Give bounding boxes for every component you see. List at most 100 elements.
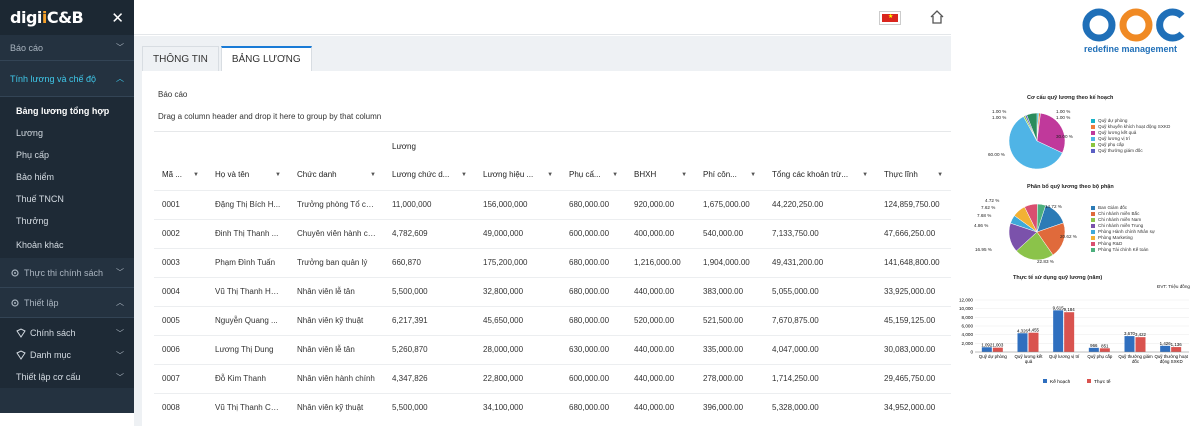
table-row[interactable]: 0001 Đặng Thị Bích H... Trưởng phòng Tổ ch… xyxy=(154,189,952,219)
table-cell: 680,000.00 xyxy=(561,276,627,306)
table-cell: 5,500,000 xyxy=(384,276,475,306)
table-cell: 680,000.00 xyxy=(561,189,627,219)
chevron-down-icon: ﹀ xyxy=(116,350,124,360)
bar[interactable] xyxy=(1135,337,1146,352)
column-header[interactable]: Họ và tên ▼ xyxy=(207,160,289,190)
table-cell: Đinh Thị Thanh ... xyxy=(207,218,289,248)
table-row[interactable]: 0008 Vũ Thị Thanh Ch... Nhân viên kỹ thuật… xyxy=(154,392,952,422)
table-cell: 11,000,000 xyxy=(384,189,475,219)
column-header[interactable]: Lương hiệu ... ▼ xyxy=(475,160,561,190)
bar[interactable] xyxy=(1028,332,1039,352)
column-header[interactable]: Phụ cấ... ▼ xyxy=(561,160,626,190)
sidebar-item-phu-cap[interactable]: Phụ cấp xyxy=(0,144,134,166)
sidebar-item-label: Bảng lương tổng hợp xyxy=(16,106,110,116)
table-row[interactable]: 0005 Nguyễn Quang ... Nhân viên kỹ thuật 6,… xyxy=(154,305,952,335)
table-cell: 34,100,000 xyxy=(475,392,562,422)
table-cell: 0008 xyxy=(154,392,207,422)
home-icon[interactable] xyxy=(929,9,945,25)
sort-caret-icon[interactable]: ▼ xyxy=(193,172,199,178)
language-flag-icon[interactable] xyxy=(879,11,901,25)
bar-value-label: 3,422 xyxy=(1135,332,1147,337)
sidebar-item-luong[interactable]: Lương xyxy=(0,122,134,144)
sidebar-item-thuc-thi[interactable]: Thực thi chính sách ﹀ xyxy=(0,258,134,288)
tab-bang-luong[interactable]: BẢNG LƯƠNG xyxy=(220,46,312,72)
sidebar-item-chinh-sach[interactable]: Chính sách ﹀ xyxy=(0,322,134,344)
legend-item: Phòng Tài chính Kế toán xyxy=(1091,247,1195,253)
sort-caret-icon[interactable]: ▼ xyxy=(275,172,281,178)
sidebar-item-thuong[interactable]: Thưởng xyxy=(0,210,134,232)
occ-logo xyxy=(1082,8,1185,42)
table-row[interactable]: 0003 Phạm Đình Tuấn Trưởng ban quản lý 660,… xyxy=(154,247,952,277)
table-row[interactable]: 0002 Đinh Thị Thanh ... Chuyên viên hành c… xyxy=(154,218,952,248)
sidebar-item-thiet-lap[interactable]: Thiết lập ︿ xyxy=(0,288,134,318)
table-cell: 44,220,250.00 xyxy=(764,189,877,219)
table-row[interactable]: 0007 Đỗ Kim Thanh Nhân viên hành chính 4,34… xyxy=(154,363,952,393)
bar[interactable] xyxy=(992,347,1003,352)
sidebar-item-bang-luong-tong-hop[interactable]: Bảng lương tổng hợp xyxy=(0,100,134,122)
sidebar-item-danh-muc[interactable]: Danh mục ﹀ xyxy=(0,344,134,366)
legend-swatch xyxy=(1087,379,1091,383)
bar-value-label: 1,003 xyxy=(992,343,1004,348)
pie-label: 7.68 % xyxy=(977,213,992,218)
column-header[interactable]: Mã ... ▼ xyxy=(154,160,207,190)
pie-label: 1.00 % xyxy=(992,115,1007,120)
column-header-label: Họ và tên xyxy=(215,170,250,180)
close-icon[interactable]: ✕ xyxy=(111,9,124,27)
column-header[interactable]: Chức danh ▼ xyxy=(289,160,384,190)
bar[interactable] xyxy=(1099,348,1110,352)
sort-caret-icon[interactable]: ▼ xyxy=(750,172,756,178)
table-cell: 600,000.00 xyxy=(561,363,627,393)
sort-caret-icon[interactable]: ▼ xyxy=(681,172,687,178)
table-cell: 0003 xyxy=(154,247,207,277)
sort-caret-icon[interactable]: ▼ xyxy=(862,172,868,178)
column-header[interactable]: Lương chức d... ▼ xyxy=(384,160,475,190)
table-cell: 0007 xyxy=(154,363,207,393)
table-cell: 540,000.00 xyxy=(695,218,765,248)
sort-caret-icon[interactable]: ▼ xyxy=(370,172,376,178)
bar[interactable] xyxy=(1160,345,1171,352)
legend-swatch xyxy=(1091,125,1095,129)
sidebar-item-label: Thiết lập xyxy=(24,297,59,308)
table-cell: 6,217,391 xyxy=(384,305,475,335)
sidebar-item-bao-hiem[interactable]: Bảo hiểm xyxy=(0,166,134,188)
tab-thong-tin[interactable]: THÔNG TIN xyxy=(142,46,219,72)
app-logo[interactable]: digiiC&B xyxy=(10,8,84,27)
pie-label: 14.72 % xyxy=(1045,204,1062,209)
sidebar-item-tinh-luong[interactable]: Tính lương và chế độ ︿ xyxy=(0,61,134,97)
sidebar-item-bao-cao[interactable]: Báo cáo ﹀ xyxy=(0,35,134,61)
column-header[interactable]: Thực lĩnh ▼ xyxy=(876,160,951,190)
sort-caret-icon[interactable]: ▼ xyxy=(612,172,618,178)
table-row[interactable]: 0004 Vũ Thị Thanh Hằ... Nhân viên lễ tân 5,… xyxy=(154,276,952,306)
table-cell: 680,000.00 xyxy=(561,247,627,277)
column-header[interactable]: Tổng các khoản trừ... ▼ xyxy=(764,160,876,190)
sidebar-header: digiiC&B ✕ xyxy=(0,0,134,35)
sidebar-item-thue-tncn[interactable]: Thuế TNCN xyxy=(0,188,134,210)
chevron-up-icon: ︿ xyxy=(116,298,124,307)
sidebar-item-thiet-lap-co-cau[interactable]: Thiết lập cơ cấu ﹀ xyxy=(0,366,134,388)
table-cell: Trưởng phòng Tổ ch... xyxy=(289,189,384,219)
sidebar-item-khoan-khac[interactable]: Khoản khác xyxy=(0,232,134,258)
bar[interactable] xyxy=(1064,312,1075,352)
sort-caret-icon[interactable]: ▼ xyxy=(461,172,467,178)
column-header[interactable]: BHXH ▼ xyxy=(626,160,695,190)
bar[interactable] xyxy=(1124,336,1135,352)
sort-caret-icon[interactable]: ▼ xyxy=(937,172,943,178)
bar[interactable] xyxy=(1171,347,1182,352)
table-row[interactable]: 0006 Lương Thị Dung Nhân viên lễ tân 5,260,… xyxy=(154,334,952,364)
table-cell: 1,714,250.00 xyxy=(764,363,877,393)
column-header[interactable]: Phí côn... ▼ xyxy=(695,160,764,190)
table-cell: 32,800,000 xyxy=(475,276,562,306)
bar[interactable] xyxy=(1017,333,1028,352)
logo-suffix: C&B xyxy=(46,8,84,27)
bar[interactable] xyxy=(1053,310,1064,352)
sort-caret-icon[interactable]: ▼ xyxy=(547,172,553,178)
table-cell: 22,800,000 xyxy=(475,363,562,393)
legend-label: Quỹ thưởng giám đốc xyxy=(1098,148,1143,153)
table-cell: 4,782,609 xyxy=(384,218,475,248)
gear-icon xyxy=(10,268,20,278)
group-panel-hint[interactable]: Drag a column header and drop it here to… xyxy=(158,112,381,121)
bar[interactable] xyxy=(1088,347,1099,352)
pie-legend-department: Ban Giám đốc Chi nhánh miền Bắc Chi nhánh … xyxy=(1091,205,1195,253)
bar[interactable] xyxy=(981,347,992,352)
table-cell: Nhân viên hành chính xyxy=(289,363,384,393)
